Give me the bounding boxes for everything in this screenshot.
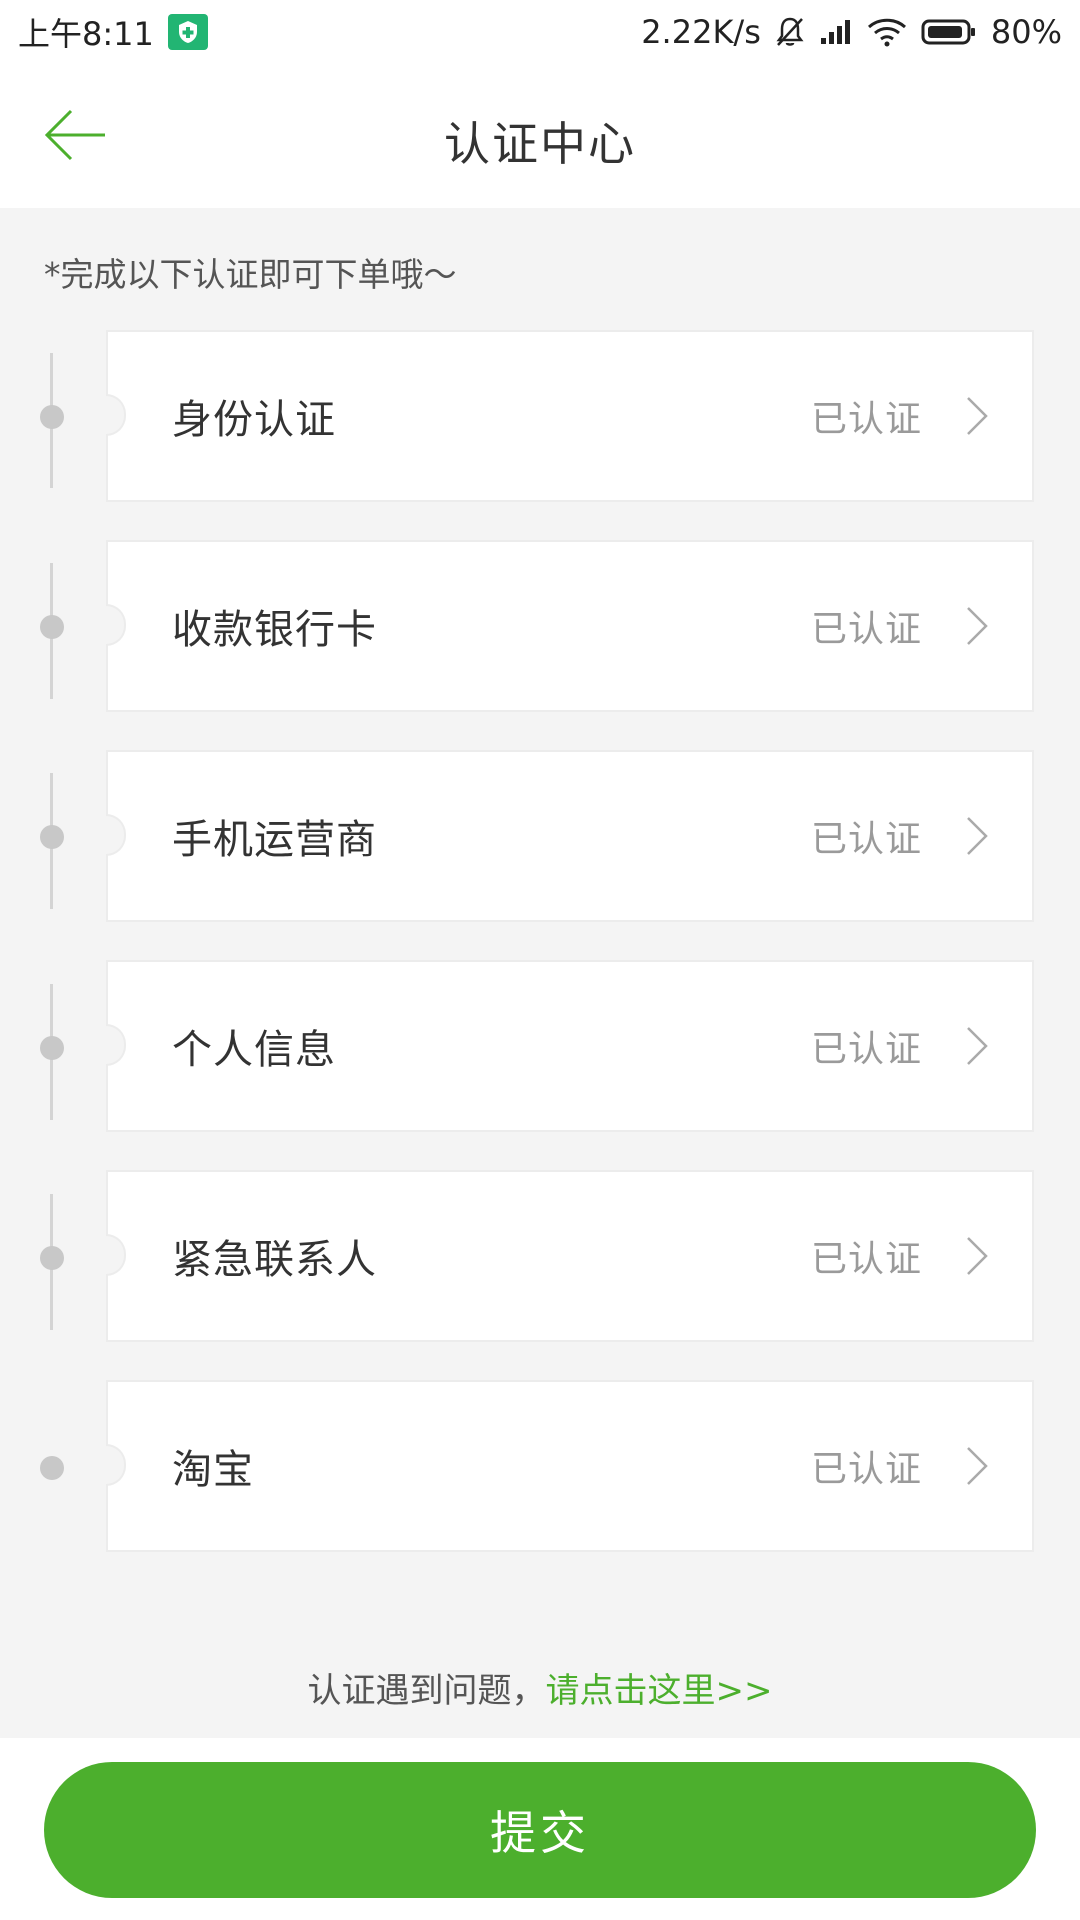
auth-item-status: 已认证 bbox=[810, 1029, 922, 1070]
auth-item-status: 已认证 bbox=[810, 609, 922, 650]
content-area: *完成以下认证即可下单哦～ 身份认证 已认证 收款银行卡 已认证 手机运营商 已… bbox=[0, 208, 1080, 1738]
page-title: 认证中心 bbox=[444, 117, 636, 171]
auth-item-status: 已认证 bbox=[810, 1239, 922, 1280]
status-time: 上午8:11 bbox=[18, 14, 154, 53]
app-header: 认证中心 bbox=[0, 63, 1080, 208]
timeline-dot bbox=[40, 405, 64, 429]
card-notch bbox=[106, 394, 126, 436]
chevron-right-icon bbox=[967, 1447, 988, 1485]
card-notch bbox=[106, 1024, 126, 1066]
hint-text: *完成以下认证即可下单哦～ bbox=[44, 255, 457, 294]
chevron-right-icon bbox=[967, 1027, 988, 1065]
shield-icon bbox=[167, 13, 208, 50]
timeline-dot bbox=[40, 825, 64, 849]
chevron-right-icon bbox=[967, 397, 988, 435]
mute-bell-icon bbox=[775, 16, 805, 48]
chevron-right-icon bbox=[967, 1237, 988, 1275]
auth-item-label: 紧急联系人 bbox=[172, 1237, 377, 1283]
auth-item-status: 已认证 bbox=[810, 399, 922, 440]
chevron-right-icon bbox=[967, 817, 988, 855]
card-notch bbox=[106, 1234, 126, 1276]
auth-item-label: 个人信息 bbox=[172, 1027, 336, 1073]
bottom-bar: 提交 bbox=[0, 1738, 1080, 1920]
card-notch bbox=[106, 1444, 126, 1486]
chevron-right-icon bbox=[967, 607, 988, 645]
help-prefix: 认证遇到问题， bbox=[307, 1671, 546, 1711]
status-bar: 上午8:11 2.22K/s 80% bbox=[0, 0, 1080, 63]
auth-item-identity[interactable]: 身份认证 已认证 bbox=[106, 330, 1034, 502]
status-left: 上午8:11 bbox=[18, 9, 208, 55]
submit-button[interactable]: 提交 bbox=[44, 1762, 1036, 1898]
battery-icon bbox=[921, 18, 977, 46]
auth-item-taobao[interactable]: 淘宝 已认证 bbox=[106, 1380, 1034, 1552]
auth-item-status: 已认证 bbox=[810, 819, 922, 860]
timeline-dot bbox=[40, 1456, 64, 1480]
auth-item-bank-card[interactable]: 收款银行卡 已认证 bbox=[106, 540, 1034, 712]
net-speed: 2.22K/s bbox=[641, 12, 761, 51]
battery-level: 80% bbox=[990, 12, 1062, 51]
wifi-icon bbox=[867, 17, 907, 47]
auth-item-label: 淘宝 bbox=[172, 1447, 254, 1493]
auth-item-carrier[interactable]: 手机运营商 已认证 bbox=[106, 750, 1034, 922]
auth-item-label: 收款银行卡 bbox=[172, 607, 377, 653]
timeline-dot bbox=[40, 1246, 64, 1270]
auth-item-status: 已认证 bbox=[810, 1449, 922, 1490]
auth-item-personal-info[interactable]: 个人信息 已认证 bbox=[106, 960, 1034, 1132]
help-link[interactable]: 请点击这里>> bbox=[546, 1671, 773, 1711]
auth-item-label: 身份认证 bbox=[172, 397, 336, 443]
signal-icon bbox=[819, 18, 853, 46]
timeline-dot bbox=[40, 1036, 64, 1060]
card-notch bbox=[106, 814, 126, 856]
help-line: 认证遇到问题，请点击这里>> bbox=[0, 1663, 1080, 1712]
timeline-dot bbox=[40, 615, 64, 639]
auth-item-emergency-contact[interactable]: 紧急联系人 已认证 bbox=[106, 1170, 1034, 1342]
status-right: 2.22K/s 80% bbox=[641, 13, 1062, 51]
auth-item-label: 手机运营商 bbox=[172, 817, 377, 863]
card-notch bbox=[106, 604, 126, 646]
